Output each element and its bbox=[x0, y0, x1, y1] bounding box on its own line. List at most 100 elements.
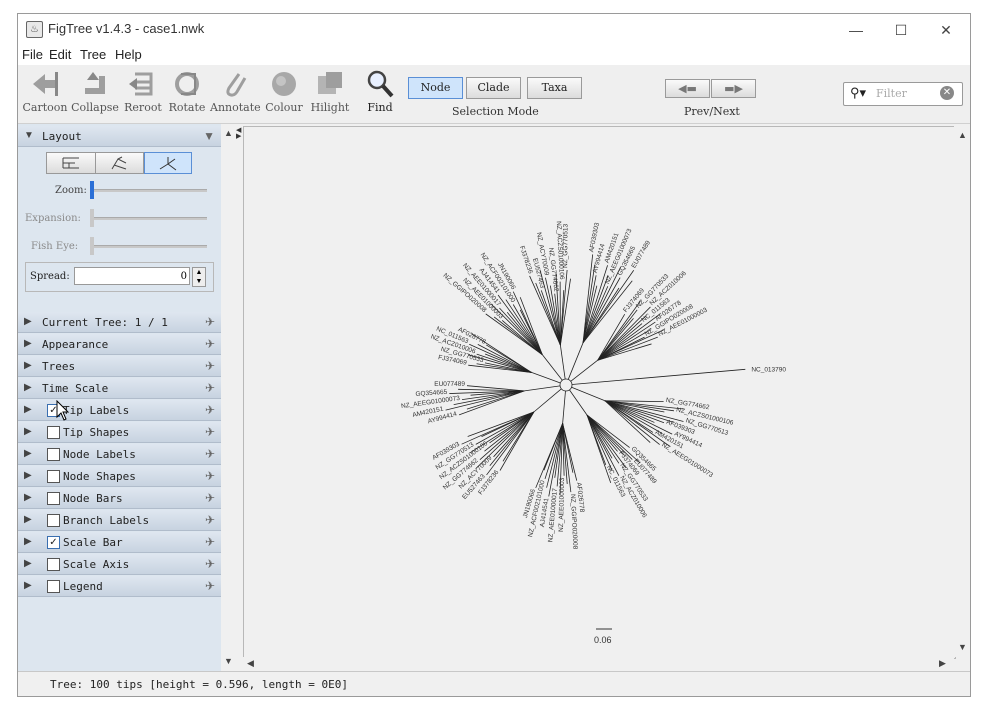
scale-axis-checkbox[interactable] bbox=[47, 558, 60, 571]
tip-label[interactable]: NZ_GGIPO020008 bbox=[569, 494, 579, 550]
canvas-vertical-scrollbar[interactable]: ▲ ▼ bbox=[954, 126, 970, 657]
maximize-icon[interactable]: ☐ bbox=[881, 19, 921, 41]
tip-branch bbox=[586, 414, 618, 452]
clear-filter-icon[interactable]: ✕ bbox=[940, 86, 954, 100]
minimize-icon[interactable]: — bbox=[836, 19, 876, 41]
section-current-tree-1-1[interactable]: ▶ Current Tree: 1 / 1 ✈ bbox=[18, 312, 221, 333]
menu-edit[interactable]: Edit bbox=[49, 47, 71, 62]
next-button[interactable]: ▬▶ bbox=[711, 79, 756, 98]
collapse-button[interactable]: Collapse bbox=[70, 68, 120, 114]
section-legend[interactable]: ▶ Legend ✈ bbox=[18, 576, 221, 597]
branch-labels-label: Branch Labels bbox=[63, 514, 150, 527]
colour-button[interactable]: Colour bbox=[262, 68, 306, 114]
rotate-button[interactable]: Rotate bbox=[166, 68, 208, 114]
pin-icon[interactable]: ✈ bbox=[205, 447, 215, 461]
rectangular-layout-button[interactable] bbox=[46, 152, 96, 174]
filter-field[interactable]: ⚲▾ Filter ✕ bbox=[843, 82, 963, 106]
section-tip-labels[interactable]: ▶ ✓ Tip Labels ✈ bbox=[18, 400, 221, 421]
figtree-window: ♨ FigTree v1.4.3 - case1.nwk — ☐ ✕ File … bbox=[17, 13, 971, 697]
time-scale-label: Time Scale bbox=[42, 382, 109, 395]
scroll-down-icon[interactable]: ▼ bbox=[224, 656, 233, 666]
pin-icon[interactable]: ✈ bbox=[205, 315, 215, 329]
layout-section-header[interactable]: ▼ Layout ▼ bbox=[18, 126, 221, 147]
tip-label[interactable]: EU077489 bbox=[434, 381, 465, 388]
close-icon[interactable]: ✕ bbox=[926, 19, 966, 41]
section-node-shapes[interactable]: ▶ Node Shapes ✈ bbox=[18, 466, 221, 487]
section-node-labels[interactable]: ▶ Node Labels ✈ bbox=[18, 444, 221, 465]
scale-bar-checkbox[interactable]: ✓ bbox=[47, 536, 60, 549]
tip-shapes-checkbox[interactable] bbox=[47, 426, 60, 439]
branch-labels-checkbox[interactable] bbox=[47, 514, 60, 527]
node-shapes-checkbox[interactable] bbox=[47, 470, 60, 483]
tip-label[interactable]: NZ_AEE01000003 bbox=[558, 477, 566, 532]
menu-file[interactable]: File bbox=[22, 47, 43, 62]
hilight-button[interactable]: Hilight bbox=[308, 68, 352, 114]
pin-icon[interactable]: ✈ bbox=[205, 337, 215, 351]
pin-icon[interactable]: ✈ bbox=[205, 579, 215, 593]
pin-icon[interactable]: ✈ bbox=[205, 557, 215, 571]
sidebar-scrollbar[interactable]: ▲ ▼ bbox=[221, 124, 235, 671]
tip-label[interactable]: NZ_GG770513 bbox=[562, 223, 569, 268]
section-trees[interactable]: ▶ Trees ✈ bbox=[18, 356, 221, 377]
pin-icon[interactable]: ✈ bbox=[205, 535, 215, 549]
legend-checkbox[interactable] bbox=[47, 580, 60, 593]
section-branch-labels[interactable]: ▶ Branch Labels ✈ bbox=[18, 510, 221, 531]
zoom-label: Zoom: bbox=[55, 185, 87, 196]
tip-label[interactable]: NZ_AEEG01000073 bbox=[660, 441, 714, 479]
pin-icon[interactable]: ▼ bbox=[203, 129, 215, 143]
internal-branch bbox=[524, 385, 561, 392]
annotate-button[interactable]: Annotate bbox=[210, 68, 261, 114]
scroll-left-icon[interactable]: ◀ bbox=[247, 658, 254, 669]
zoom-slider[interactable] bbox=[91, 189, 207, 192]
split-pane-divider[interactable]: ◀ ▶ bbox=[236, 127, 242, 140]
internal-branch bbox=[541, 354, 563, 381]
mode-taxa-button[interactable]: Taxa bbox=[527, 77, 582, 99]
annotate-label: Annotate bbox=[210, 101, 261, 114]
scroll-right-icon[interactable]: ▶ bbox=[939, 658, 946, 669]
pin-icon[interactable]: ✈ bbox=[205, 359, 215, 373]
section-appearance[interactable]: ▶ Appearance ✈ bbox=[18, 334, 221, 355]
spread-input[interactable]: 0 bbox=[74, 267, 190, 285]
tree-canvas[interactable]: NC_013790 NZ_GG774662 NZ_ACZS01000106 NZ_GG… bbox=[243, 126, 956, 659]
find-button[interactable]: Find bbox=[362, 68, 398, 114]
collapsed-triangle-icon: ▶ bbox=[24, 448, 32, 459]
pin-icon[interactable]: ✈ bbox=[205, 381, 215, 395]
section-scale-bar[interactable]: ▶ ✓ Scale Bar ✈ bbox=[18, 532, 221, 553]
scroll-down-icon[interactable]: ▼ bbox=[958, 642, 967, 652]
tip-label[interactable]: NC_013790 bbox=[751, 366, 786, 373]
tip-branch bbox=[499, 307, 543, 355]
pin-icon[interactable]: ✈ bbox=[205, 513, 215, 527]
prev-button[interactable]: ◀▬ bbox=[665, 79, 710, 98]
tip-branch bbox=[475, 411, 535, 445]
node-bars-checkbox[interactable] bbox=[47, 492, 60, 505]
toolbar: Cartoon Collapse Reroot Rotate Annotate … bbox=[18, 65, 970, 124]
pin-icon[interactable]: ✈ bbox=[205, 491, 215, 505]
mode-node-button[interactable]: Node bbox=[408, 77, 463, 99]
polar-layout-button[interactable] bbox=[95, 152, 144, 174]
scroll-up-icon[interactable]: ▲ bbox=[224, 128, 233, 138]
pin-icon[interactable]: ✈ bbox=[205, 425, 215, 439]
pin-icon[interactable]: ✈ bbox=[205, 403, 215, 417]
phylogenetic-tree[interactable]: NC_013790NZ_GG774662NZ_ACZS01000106NZ_GG… bbox=[244, 127, 955, 658]
collapsed-triangle-icon: ▶ bbox=[24, 536, 32, 547]
section-scale-axis[interactable]: ▶ Scale Axis ✈ bbox=[18, 554, 221, 575]
spread-spinner[interactable]: ▲ ▼ bbox=[192, 267, 206, 287]
reroot-button[interactable]: Reroot bbox=[122, 68, 164, 114]
tip-labels: NC_013790NZ_GG774662NZ_ACZS01000106NZ_GG… bbox=[401, 221, 787, 550]
radial-tree-icon bbox=[159, 157, 177, 171]
reroot-label: Reroot bbox=[124, 101, 162, 114]
menu-tree[interactable]: Tree bbox=[80, 47, 106, 62]
prevnext-caption: Prev/Next bbox=[684, 105, 740, 118]
section-time-scale[interactable]: ▶ Time Scale ✈ bbox=[18, 378, 221, 399]
radial-layout-button[interactable] bbox=[144, 152, 192, 174]
mode-clade-button[interactable]: Clade bbox=[466, 77, 521, 99]
scroll-up-icon[interactable]: ▲ bbox=[958, 130, 967, 140]
cartoon-button[interactable]: Cartoon bbox=[20, 68, 70, 114]
menu-help[interactable]: Help bbox=[115, 47, 142, 62]
pin-icon[interactable]: ✈ bbox=[205, 469, 215, 483]
node-labels-checkbox[interactable] bbox=[47, 448, 60, 461]
zoom-slider-thumb[interactable] bbox=[90, 181, 94, 199]
canvas-horizontal-scrollbar[interactable]: ◀ ▶ bbox=[243, 657, 954, 671]
section-tip-shapes[interactable]: ▶ Tip Shapes ✈ bbox=[18, 422, 221, 443]
section-node-bars[interactable]: ▶ Node Bars ✈ bbox=[18, 488, 221, 509]
